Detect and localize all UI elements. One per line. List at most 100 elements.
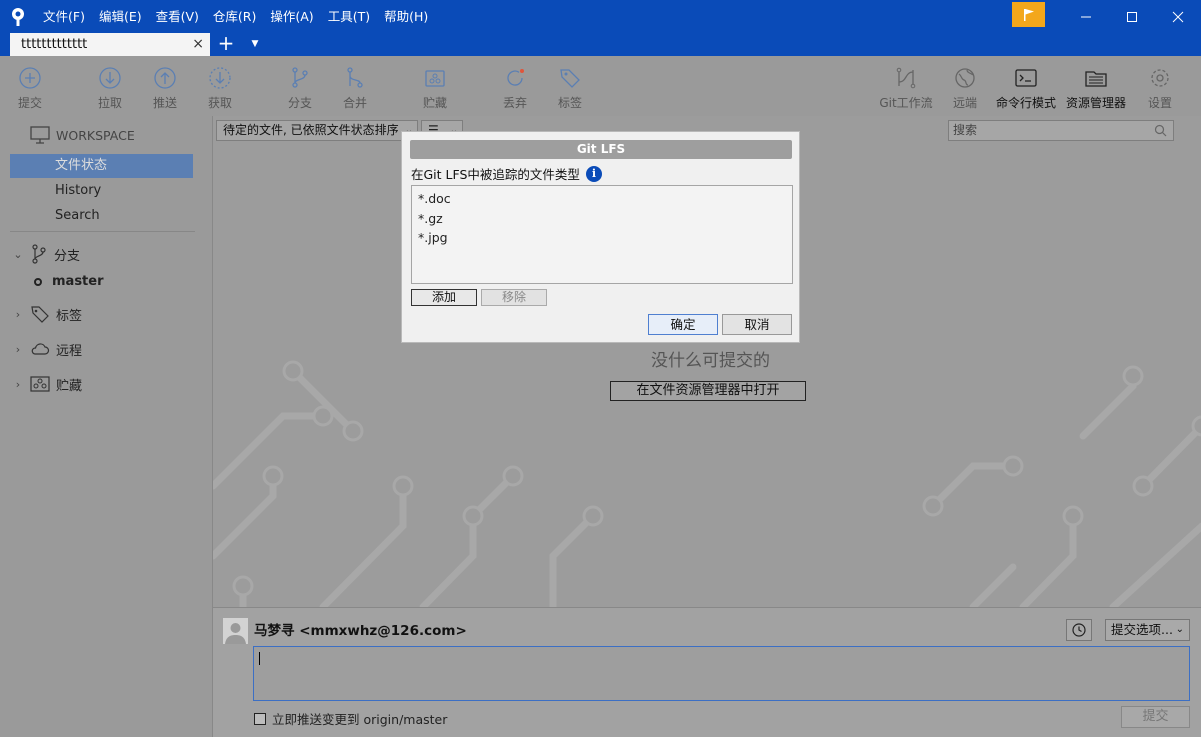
tracked-types-label: 在Git LFS中被追踪的文件类型 [411, 167, 580, 182]
sidebar-item-search[interactable]: Search [10, 204, 193, 228]
sidebar-item-history[interactable]: History [10, 179, 193, 203]
chevron-right-icon: › [15, 342, 21, 356]
terminal-button[interactable]: 命令行模式 [996, 56, 1056, 116]
commit-button[interactable]: 提交 [0, 56, 60, 116]
empty-state-message: 没什么可提交的 [651, 351, 770, 371]
sidebar-group-remotes[interactable]: › 远程 [12, 337, 82, 361]
list-item[interactable]: *.jpg [418, 228, 786, 248]
menu-help[interactable]: 帮助(H) [377, 0, 435, 33]
discard-label: 丢弃 [502, 96, 527, 110]
menu-repository[interactable]: 仓库(R) [206, 0, 263, 33]
pull-icon [99, 67, 121, 89]
commit-label: 提交 [17, 96, 42, 110]
sidebar-group-branches[interactable]: ⌄ 分支 [12, 242, 80, 266]
fetch-button[interactable]: 获取 [190, 56, 250, 116]
search-placeholder: 搜索 [953, 123, 978, 137]
ok-button[interactable]: 确定 [648, 314, 718, 335]
sidebar-divider [10, 231, 195, 232]
fetch-label: 获取 [207, 96, 232, 110]
branch-name: master [52, 274, 104, 289]
branch-icon [32, 244, 46, 264]
tag-button[interactable]: 标签 [540, 56, 600, 116]
search-input[interactable]: 搜索 [948, 120, 1174, 141]
close-window-button[interactable] [1155, 0, 1201, 33]
repo-tab[interactable]: ttttttttttttt × [10, 33, 210, 56]
sidebar-group-stashes[interactable]: › 贮藏 [12, 372, 82, 396]
info-icon[interactable]: i [585, 165, 602, 182]
monitor-icon [30, 126, 50, 144]
list-item[interactable]: *.gz [418, 209, 786, 229]
list-item[interactable]: *.doc [418, 189, 786, 209]
merge-label: 合并 [342, 96, 367, 110]
menu-edit[interactable]: 编辑(E) [92, 0, 149, 33]
tag-label: 标签 [557, 96, 582, 110]
repo-tab-title: ttttttttttttt [21, 37, 88, 52]
commit-history-button[interactable] [1066, 619, 1092, 641]
discard-button[interactable]: 丢弃 [485, 56, 545, 116]
stashes-label: 贮藏 [56, 378, 83, 394]
menu-bar: 文件(F) 编辑(E) 查看(V) 仓库(R) 操作(A) 工具(T) 帮助(H… [36, 0, 435, 33]
stash-icon [30, 376, 50, 392]
tab-bar: ttttttttttttt × + ▼ [0, 33, 1201, 56]
sidebar-group-tags[interactable]: › 标签 [12, 302, 82, 326]
menu-tools[interactable]: 工具(T) [321, 0, 377, 33]
open-in-explorer-button[interactable]: 在文件资源管理器中打开 [610, 381, 806, 401]
branch-button[interactable]: 分支 [270, 56, 330, 116]
search-icon [1154, 124, 1167, 137]
gitflow-label: Git工作流 [879, 96, 933, 110]
sidebar-item-file-status[interactable]: 文件状态 [10, 154, 193, 178]
cloud-icon [31, 343, 50, 355]
remote-label: 远端 [952, 96, 977, 110]
commit-options-dropdown[interactable]: 提交选项... ⌄ [1105, 619, 1190, 641]
push-immediately-label: 立即推送变更到 origin/master [272, 712, 448, 727]
discard-icon [507, 69, 524, 86]
workspace-label: WORKSPACE [56, 127, 135, 143]
push-immediately-option[interactable]: 立即推送变更到 origin/master [254, 709, 447, 728]
chevron-right-icon: › [15, 377, 21, 391]
merge-icon [347, 67, 363, 88]
remote-button[interactable]: 远端 [935, 56, 995, 116]
commit-message-input[interactable] [253, 646, 1190, 701]
settings-button[interactable]: 设置 [1130, 56, 1190, 116]
chevron-down-icon: ⌄ [1175, 624, 1184, 635]
cancel-button[interactable]: 取消 [722, 314, 792, 335]
menu-view[interactable]: 查看(V) [149, 0, 206, 33]
new-tab-button[interactable]: + [215, 33, 237, 56]
pull-button[interactable]: 拉取 [80, 56, 140, 116]
gitflow-button[interactable]: Git工作流 [876, 56, 936, 116]
commit-submit-button[interactable]: 提交 [1121, 706, 1190, 728]
minimize-button[interactable] [1063, 0, 1109, 33]
current-branch-icon [34, 277, 42, 286]
gitflow-icon [896, 67, 916, 89]
tracked-file-types-list[interactable]: *.doc *.gz *.jpg [411, 185, 793, 284]
globe-icon [955, 68, 975, 88]
toolbar: 提交 拉取 推送 获取 分支 合并 贮藏 丢弃 标签 Git工作流 远端 命令行… [0, 56, 1201, 116]
branch-label: 分支 [287, 96, 312, 110]
add-type-button[interactable]: 添加 [411, 289, 477, 306]
maximize-button[interactable] [1109, 0, 1155, 33]
flag-icon[interactable] [1012, 2, 1045, 27]
menu-actions[interactable]: 操作(A) [263, 0, 320, 33]
tracked-types-heading: 在Git LFS中被追踪的文件类型 i [411, 164, 602, 183]
push-immediately-checkbox[interactable] [254, 712, 266, 725]
file-filter-select[interactable]: 待定的文件, 已依照文件状态排序 ⌄ [216, 120, 418, 141]
tag-icon [31, 306, 49, 323]
commit-icon [19, 67, 41, 89]
commit-panel: 马梦寻 <mmxwhz@126.com> 提交选项... ⌄ 立即推送变更到 o… [212, 607, 1201, 737]
file-filter-value: 待定的文件, 已依照文件状态排序 [223, 123, 399, 137]
sidebar-branch-master[interactable]: master [34, 274, 104, 289]
menu-file[interactable]: 文件(F) [36, 0, 92, 33]
stash-button[interactable]: 贮藏 [405, 56, 465, 116]
merge-button[interactable]: 合并 [325, 56, 385, 116]
tab-menu-chevron-icon[interactable]: ▼ [247, 33, 263, 56]
terminal-icon [1015, 69, 1037, 87]
chevron-right-icon: › [15, 307, 21, 321]
sourcetree-logo-icon[interactable] [0, 0, 36, 33]
dialog-title: Git LFS [410, 140, 792, 159]
git-lfs-dialog: Git LFS 在Git LFS中被追踪的文件类型 i *.doc *.gz *… [401, 131, 800, 343]
sidebar: WORKSPACE 文件状态 History Search ⌄ 分支 maste… [0, 116, 212, 737]
remove-type-button[interactable]: 移除 [481, 289, 547, 306]
push-button[interactable]: 推送 [135, 56, 195, 116]
explorer-button[interactable]: 资源管理器 [1066, 56, 1126, 116]
tab-close-icon[interactable]: × [192, 36, 204, 52]
